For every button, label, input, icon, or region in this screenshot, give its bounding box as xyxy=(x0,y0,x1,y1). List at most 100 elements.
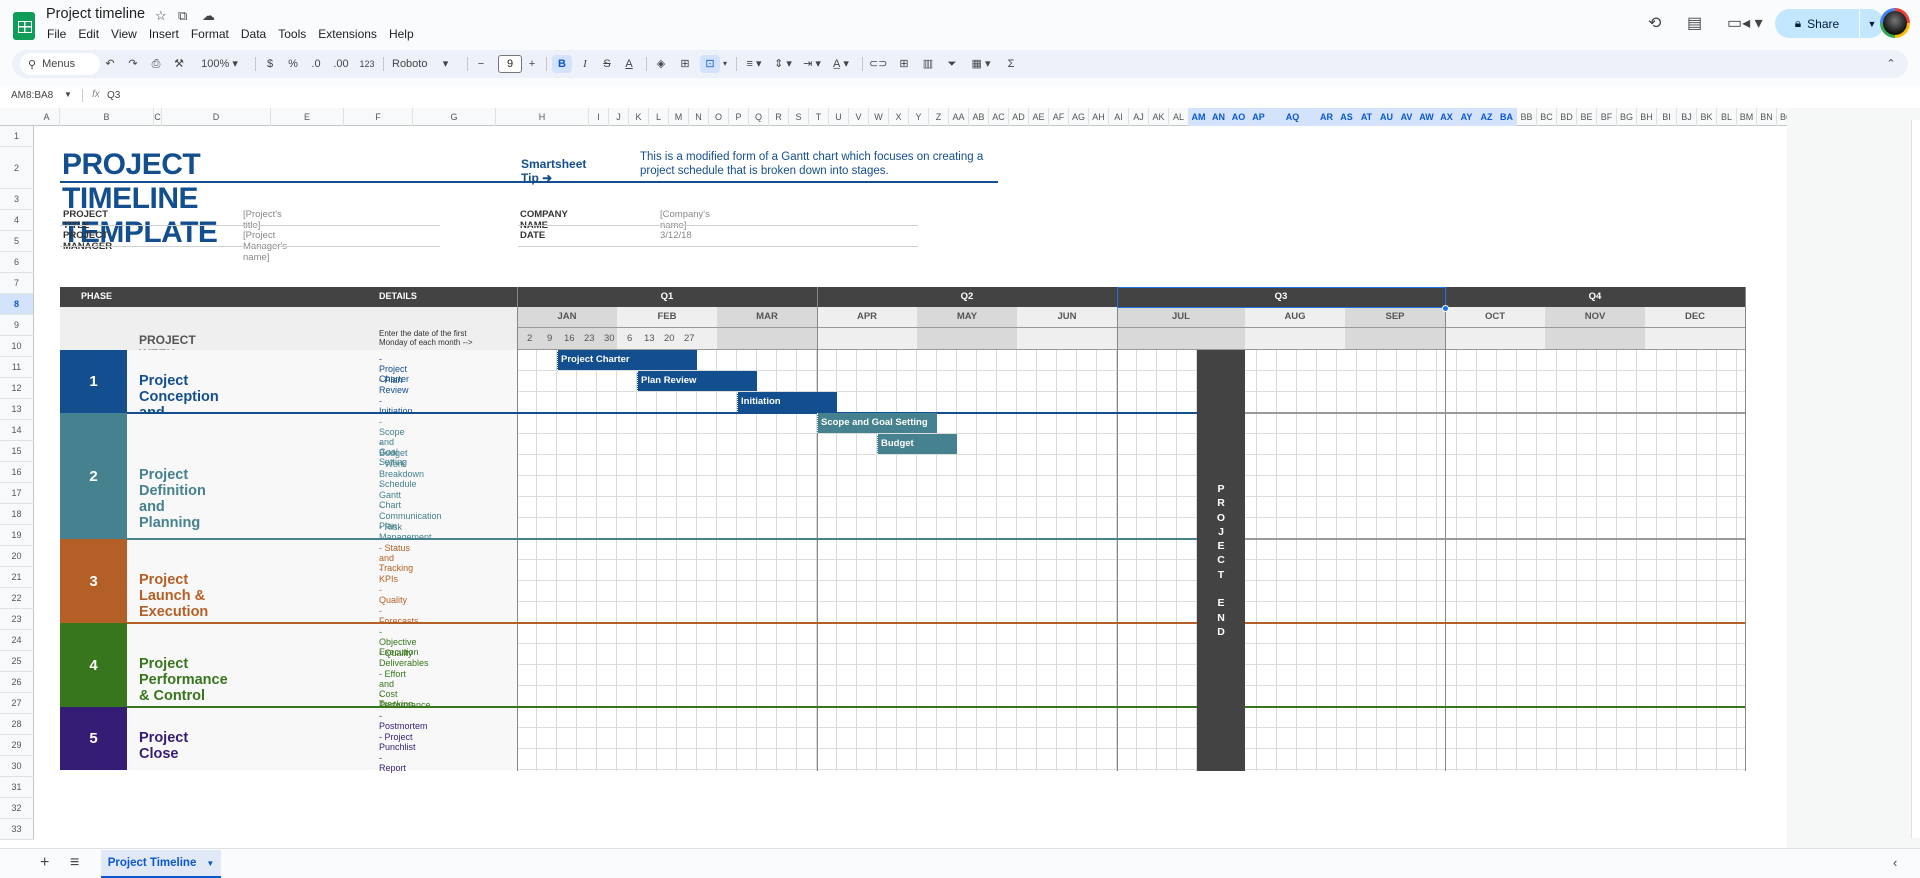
column-header[interactable]: AX xyxy=(1437,108,1457,126)
column-header[interactable]: C xyxy=(154,108,162,126)
vertical-scrollbar[interactable] xyxy=(1911,120,1920,838)
column-header[interactable]: AY xyxy=(1457,108,1477,126)
menus-search-input[interactable]: ⚲ Menus xyxy=(20,53,100,75)
row-header[interactable]: 12 xyxy=(0,378,34,399)
text-wrapping-icon[interactable]: ⇥ ▾ xyxy=(799,55,825,73)
row-header[interactable]: 9 xyxy=(0,315,34,336)
decrease-font-size-button[interactable]: − xyxy=(474,55,488,73)
column-header[interactable]: F xyxy=(344,108,413,126)
row-header[interactable]: 2 xyxy=(0,147,34,189)
column-header[interactable]: AJ xyxy=(1129,108,1149,126)
column-header[interactable]: A xyxy=(34,108,60,126)
sheets-logo-icon[interactable] xyxy=(13,12,35,40)
column-header[interactable]: BL xyxy=(1717,108,1737,126)
column-header[interactable]: U xyxy=(829,108,849,126)
menu-extensions[interactable]: Extensions xyxy=(318,27,377,41)
phase-detail-item[interactable]: - Budget xyxy=(379,438,408,458)
name-box[interactable]: AM8:BA8 xyxy=(11,90,53,101)
row-header[interactable]: 7 xyxy=(0,273,34,294)
row-header[interactable]: 24 xyxy=(0,630,34,651)
insert-chart-icon[interactable]: ▥ xyxy=(919,55,937,73)
insert-comment-icon[interactable]: ⊞ xyxy=(895,55,913,73)
column-header[interactable]: N xyxy=(689,108,709,126)
menu-file[interactable]: File xyxy=(47,27,66,41)
increase-decimal-button[interactable]: .00 xyxy=(332,55,350,73)
week-row-cell[interactable] xyxy=(1645,328,1745,349)
week-number[interactable]: 9 xyxy=(547,333,552,344)
strikethrough-button[interactable]: S xyxy=(599,55,615,73)
column-header[interactable]: X xyxy=(889,108,909,126)
gantt-bar[interactable]: Initiation xyxy=(737,392,837,412)
column-header[interactable]: BM xyxy=(1737,108,1757,126)
increase-font-size-button[interactable]: + xyxy=(525,55,539,73)
column-header[interactable]: T xyxy=(809,108,829,126)
row-header[interactable]: 32 xyxy=(0,798,34,819)
bold-button[interactable]: B xyxy=(552,55,572,73)
column-header[interactable]: AE xyxy=(1029,108,1049,126)
row-header[interactable]: 26 xyxy=(0,672,34,693)
date-value[interactable]: 3/12/18 xyxy=(660,230,692,241)
column-header[interactable]: BB xyxy=(1517,108,1537,126)
all-sheets-menu-icon[interactable]: ≡ xyxy=(70,854,79,872)
row-header[interactable]: 33 xyxy=(0,819,34,840)
week-number[interactable]: 2 xyxy=(527,333,532,344)
week-number[interactable]: 16 xyxy=(564,333,575,344)
column-header[interactable]: B xyxy=(60,108,154,126)
move-folder-icon[interactable]: ⧉ xyxy=(178,8,187,24)
row-header[interactable]: 16 xyxy=(0,462,34,483)
star-icon[interactable]: ☆ xyxy=(155,8,167,24)
column-header[interactable]: AZ xyxy=(1477,108,1497,126)
row-header[interactable]: 14 xyxy=(0,420,34,441)
redo-icon[interactable]: ↷ xyxy=(125,55,141,73)
column-header[interactable]: D xyxy=(162,108,271,126)
column-header[interactable]: BN xyxy=(1757,108,1777,126)
week-row-cell[interactable] xyxy=(717,328,817,349)
column-header[interactable]: BK xyxy=(1697,108,1717,126)
phase-detail-item[interactable]: - Report xyxy=(379,753,406,773)
week-row-cell[interactable] xyxy=(1545,328,1645,349)
phase-detail-item[interactable]: - Postmortem xyxy=(379,711,428,731)
menu-data[interactable]: Data xyxy=(241,27,266,41)
merge-cells-icon[interactable]: ⊡ xyxy=(700,55,720,73)
column-header[interactable]: AI xyxy=(1109,108,1129,126)
phase-detail-item[interactable]: - KPIs xyxy=(379,564,398,584)
week-number[interactable]: 27 xyxy=(684,333,695,344)
phase-title[interactable]: Project Close xyxy=(139,730,188,762)
column-header[interactable]: AT xyxy=(1357,108,1377,126)
collapse-toolbar-icon[interactable]: ⌃ xyxy=(1882,55,1900,73)
row-header[interactable]: 20 xyxy=(0,546,34,567)
column-header[interactable]: H xyxy=(496,108,589,126)
column-header[interactable]: AD xyxy=(1009,108,1029,126)
column-header[interactable]: AH xyxy=(1089,108,1109,126)
week-number[interactable]: 6 xyxy=(627,333,632,344)
column-header[interactable]: AV xyxy=(1397,108,1417,126)
menu-view[interactable]: View xyxy=(111,27,137,41)
column-header[interactable]: AB xyxy=(969,108,989,126)
column-header[interactable]: P xyxy=(729,108,749,126)
undo-icon[interactable]: ↶ xyxy=(102,55,118,73)
project-title-value[interactable]: [Project's title] xyxy=(243,209,282,231)
row-header[interactable]: 27 xyxy=(0,693,34,714)
borders-icon[interactable]: ⊞ xyxy=(676,55,694,73)
currency-format-button[interactable]: $ xyxy=(263,55,277,73)
share-button[interactable]: 🔒︎ Share xyxy=(1775,9,1859,38)
gantt-bar[interactable]: Budget xyxy=(877,434,957,454)
gantt-bar[interactable]: Scope and Goal Setting xyxy=(817,413,937,433)
column-header[interactable]: AG xyxy=(1069,108,1089,126)
selection-fill-handle[interactable] xyxy=(1442,305,1449,312)
name-box-dropdown-icon[interactable]: ▼ xyxy=(64,90,72,99)
zoom-select[interactable]: 100% ▾ xyxy=(197,55,242,73)
phase-detail-item[interactable]: - Quality xyxy=(379,585,407,605)
column-header[interactable]: BD xyxy=(1557,108,1577,126)
week-row-cell[interactable] xyxy=(1117,328,1245,349)
row-header[interactable]: 31 xyxy=(0,777,34,798)
italic-button[interactable]: I xyxy=(577,55,593,73)
row-header[interactable]: 17 xyxy=(0,483,34,504)
phase-title[interactable]: Project Performance & Control xyxy=(139,656,228,704)
column-header[interactable]: AQ xyxy=(1269,108,1317,126)
formula-input[interactable]: Q3 xyxy=(107,90,120,101)
gantt-bar[interactable]: Project Charter xyxy=(557,350,697,370)
column-header[interactable]: M xyxy=(669,108,689,126)
column-header[interactable]: BI xyxy=(1657,108,1677,126)
column-header[interactable]: W xyxy=(869,108,889,126)
